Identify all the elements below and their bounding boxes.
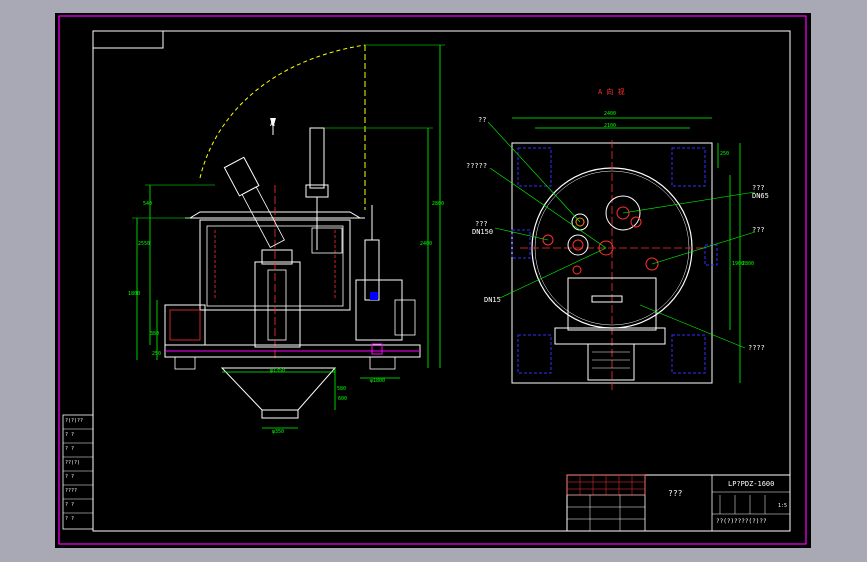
top-dim-1: 2400 xyxy=(604,111,617,117)
side-dim-8: 2400 xyxy=(420,241,433,247)
side-dim-7: 2800 xyxy=(432,201,445,207)
side-dim-11: φ350 xyxy=(272,429,285,435)
callout-9: ???? xyxy=(748,344,765,352)
side-dim-10: φ1800 xyxy=(370,378,386,384)
side-dim-1: 540 xyxy=(143,201,153,207)
left-table-row-5: ? ? xyxy=(65,474,75,480)
callout-3: ??? xyxy=(475,220,488,228)
left-table-row-7: ? ? xyxy=(65,502,75,508)
cad-drawing-canvas xyxy=(55,13,811,548)
top-dim-5: 250 xyxy=(720,151,730,157)
left-table-row-2: ? ? xyxy=(65,432,75,438)
view-marker-a: A xyxy=(270,119,275,128)
side-dim-2: 1800 xyxy=(128,291,141,297)
top-dim-2: 2100 xyxy=(604,123,617,129)
drawing-background xyxy=(55,13,811,548)
product-code: LP?PDZ-1600 xyxy=(728,480,775,488)
left-table-row-3: ? ? xyxy=(65,446,75,452)
left-table-row-4: ??(?) xyxy=(65,460,81,466)
top-dim-4: 1900 xyxy=(732,261,745,267)
callout-1: ?? xyxy=(478,116,487,124)
left-table-row-8: ? ? xyxy=(65,516,75,522)
callout-2: ????? xyxy=(466,162,488,170)
left-table-row-6: ???? xyxy=(65,488,78,494)
callout-8: ??? xyxy=(752,226,765,234)
side-dim-6: 580 xyxy=(337,386,347,392)
left-table-row-1: ?(?)?? xyxy=(65,418,84,424)
page-number: 1:5 xyxy=(778,503,788,509)
callout-7: DN65 xyxy=(752,192,769,200)
top-view-title: A 向 视 xyxy=(598,88,625,96)
side-dim-9: φ1350 xyxy=(270,368,286,374)
callout-5: DN15 xyxy=(484,296,501,304)
drawing-name: ??? xyxy=(668,489,683,498)
side-dim-5: 250 xyxy=(152,351,162,357)
company-name: ??(?)????(?)?? xyxy=(716,518,767,525)
side-dim-12: 600 xyxy=(338,396,348,402)
callout-4: DN150 xyxy=(472,228,494,236)
side-dim-4: 380 xyxy=(150,331,160,337)
callout-6: ??? xyxy=(752,184,765,192)
side-dim-3: 2550 xyxy=(138,241,151,247)
